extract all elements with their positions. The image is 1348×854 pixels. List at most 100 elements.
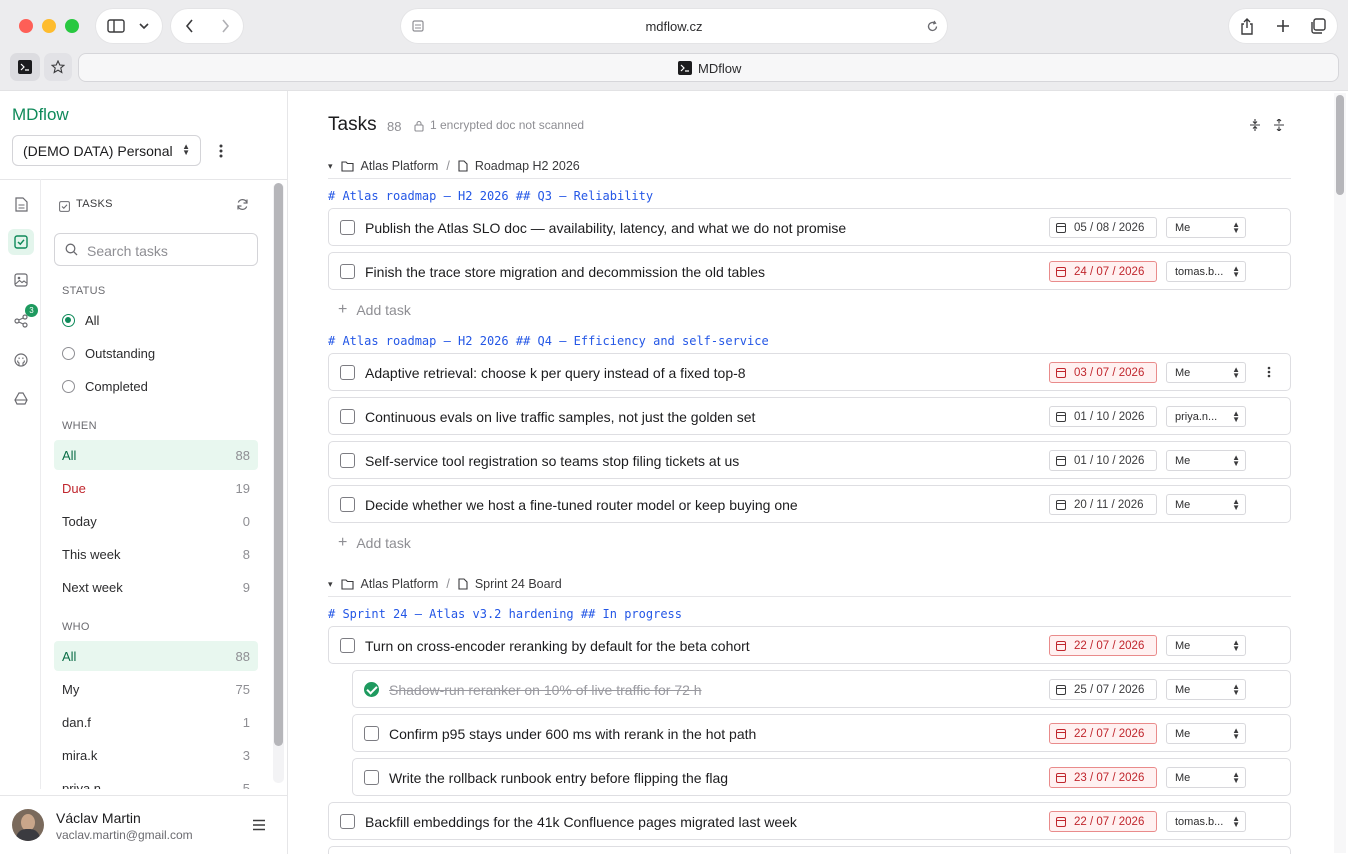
collapse-all-icon[interactable] (1248, 118, 1262, 132)
task-row[interactable]: Decide whether we host a fine-tuned rout… (328, 485, 1291, 523)
assignee-select[interactable]: priya.n... ▲ ▼ (1166, 406, 1246, 427)
task-checkbox[interactable] (340, 220, 355, 235)
task-checkbox[interactable] (340, 638, 355, 653)
main-scrollbar-thumb[interactable] (1336, 95, 1344, 195)
due-date-field[interactable]: 22 / 07 / 2026 (1049, 635, 1157, 656)
task-checkbox[interactable] (340, 264, 355, 279)
who-filter-all[interactable]: All 88 (54, 641, 258, 671)
main-scrollbar-track[interactable] (1334, 93, 1346, 853)
who-filter-dan-f[interactable]: dan.f 1 (54, 707, 258, 737)
refresh-icon[interactable] (234, 196, 250, 212)
task-checkbox[interactable] (340, 365, 355, 380)
new-tab-icon[interactable] (1274, 17, 1292, 35)
due-date-field[interactable]: 25 / 07 / 2026 (1049, 679, 1157, 700)
when-filter-this-week[interactable]: This week 8 (54, 539, 258, 569)
breadcrumb-document[interactable]: Roadmap H2 2026 (475, 159, 580, 173)
minimize-window-button[interactable] (42, 19, 56, 33)
due-date-field[interactable]: 01 / 10 / 2026 (1049, 450, 1157, 471)
when-filter-today[interactable]: Today 0 (54, 506, 258, 536)
images-icon[interactable] (8, 267, 34, 293)
panel-scrollbar-thumb[interactable] (274, 183, 283, 746)
assignee-select[interactable]: Me ▲ ▼ (1166, 679, 1246, 700)
due-date-field[interactable]: 01 / 10 / 2026 (1049, 406, 1157, 427)
assignee-select[interactable]: Me ▲ ▼ (1166, 635, 1246, 656)
subtask-row[interactable]: Write the rollback runbook entry before … (352, 758, 1291, 796)
address-bar[interactable]: mdflow.cz (401, 9, 947, 43)
breadcrumb-folder[interactable]: Atlas Platform (361, 159, 439, 173)
pinned-terminal-tab[interactable] (10, 53, 40, 81)
who-filter-mira-k[interactable]: mira.k 3 (54, 740, 258, 770)
when-filter-due[interactable]: Due 19 (54, 473, 258, 503)
due-date-field[interactable]: 24 / 07 / 2026 (1049, 261, 1157, 282)
task-checkbox[interactable] (340, 409, 355, 424)
task-row[interactable]: Finish the trace store migration and dec… (328, 252, 1291, 290)
task-checkbox[interactable] (364, 770, 379, 785)
due-date-field[interactable]: 03 / 07 / 2026 (1049, 362, 1157, 383)
subtask-row[interactable]: Confirm p95 stays under 600 ms with rera… (352, 714, 1291, 752)
panel-scrollbar-track[interactable] (273, 183, 284, 783)
add-task-button[interactable]: + Add task (338, 534, 411, 552)
due-date-field[interactable]: 05 / 08 / 2026 (1049, 217, 1157, 238)
share-graph-icon[interactable]: 3 (8, 304, 38, 334)
sidebar-toggle-icon[interactable] (106, 18, 126, 34)
chevron-down-icon[interactable]: ▾ (328, 579, 333, 590)
breadcrumb-folder[interactable]: Atlas Platform (361, 577, 439, 591)
documents-icon[interactable] (8, 191, 34, 217)
tasks-icon[interactable] (8, 229, 34, 255)
zoom-window-button[interactable] (65, 19, 79, 33)
expand-all-icon[interactable] (1272, 118, 1286, 132)
breadcrumb-document[interactable]: Sprint 24 Board (475, 577, 562, 591)
due-date-field[interactable]: 20 / 11 / 2026 (1049, 494, 1157, 515)
when-filter-all[interactable]: All 88 (54, 440, 258, 470)
add-task-button[interactable]: + Add task (338, 301, 411, 319)
drive-icon[interactable] (8, 385, 34, 411)
task-row[interactable]: Continuous evals on live traffic samples… (328, 397, 1291, 435)
chevron-down-icon[interactable] (136, 18, 152, 34)
task-checkbox[interactable] (340, 453, 355, 468)
back-arrow-icon[interactable] (181, 18, 197, 34)
task-row[interactable]: Publish the Atlas SLO doc — availability… (328, 208, 1291, 246)
task-row[interactable]: Adaptive retrieval: choose k per query i… (328, 353, 1291, 391)
forward-arrow-icon[interactable] (217, 18, 233, 34)
active-tab[interactable]: MDflow (78, 53, 1339, 82)
search-input[interactable]: Search tasks (54, 233, 258, 266)
assignee-select[interactable]: tomas.b... ▲ ▼ (1166, 811, 1246, 832)
github-icon[interactable] (8, 347, 34, 373)
menu-icon[interactable] (251, 818, 267, 832)
more-vertical-icon[interactable] (1263, 364, 1275, 380)
status-option-completed[interactable]: Completed (62, 379, 148, 394)
more-vertical-icon[interactable] (212, 141, 230, 161)
subtask-row[interactable]: Shadow-run reranker on 10% of live traff… (352, 670, 1291, 708)
assignee-select[interactable]: Me ▲ ▼ (1166, 494, 1246, 515)
task-row-partial[interactable] (328, 846, 1291, 854)
assignee-select[interactable]: Me ▲ ▼ (1166, 362, 1246, 383)
when-filter-next-week[interactable]: Next week 9 (54, 572, 258, 602)
task-row[interactable]: Turn on cross-encoder reranking by defau… (328, 626, 1291, 664)
reload-icon[interactable] (925, 19, 939, 33)
assignee-select[interactable]: Me ▲ ▼ (1166, 450, 1246, 471)
avatar[interactable] (12, 809, 44, 841)
task-checkbox[interactable] (340, 497, 355, 512)
status-option-all[interactable]: All (62, 313, 99, 328)
share-icon[interactable] (1238, 17, 1256, 35)
assignee-select[interactable]: Me ▲ ▼ (1166, 767, 1246, 788)
close-window-button[interactable] (19, 19, 33, 33)
due-date-field[interactable]: 22 / 07 / 2026 (1049, 723, 1157, 744)
status-option-outstanding[interactable]: Outstanding (62, 346, 155, 361)
task-checkbox[interactable] (340, 814, 355, 829)
task-checkbox[interactable] (364, 726, 379, 741)
assignee-select[interactable]: tomas.b... ▲ ▼ (1166, 261, 1246, 282)
who-filter-my[interactable]: My 75 (54, 674, 258, 704)
workspace-select[interactable]: (DEMO DATA) Personal ▲ ▼ (12, 135, 201, 166)
chevron-down-icon[interactable]: ▾ (328, 161, 333, 172)
task-checkbox-checked[interactable] (364, 682, 379, 697)
assignee-select[interactable]: Me ▲ ▼ (1166, 723, 1246, 744)
task-row[interactable]: Self-service tool registration so teams … (328, 441, 1291, 479)
who-filter-priya-n[interactable]: priya.n 5 (54, 773, 258, 790)
assignee-select[interactable]: Me ▲ ▼ (1166, 217, 1246, 238)
due-date-field[interactable]: 22 / 07 / 2026 (1049, 811, 1157, 832)
task-row[interactable]: Backfill embeddings for the 41k Confluen… (328, 802, 1291, 840)
bookmark-star-icon[interactable] (44, 53, 72, 81)
tab-overview-icon[interactable] (1309, 17, 1327, 35)
due-date-field[interactable]: 23 / 07 / 2026 (1049, 767, 1157, 788)
